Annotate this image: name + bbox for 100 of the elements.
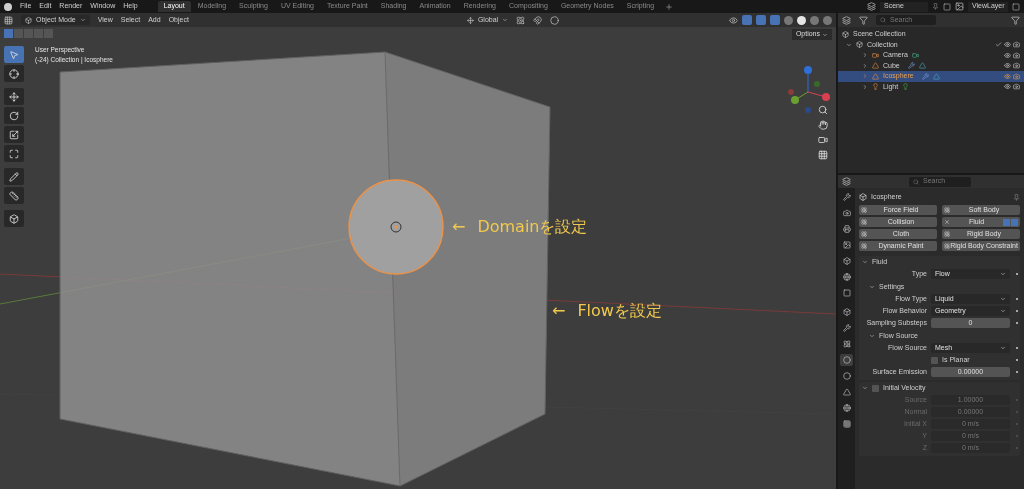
annotation-arrow: ← — [552, 300, 566, 322]
perspective-icon — [818, 150, 828, 160]
expand-icon — [846, 41, 852, 48]
pan-icon — [818, 120, 828, 130]
properties-tab[interactable] — [840, 354, 853, 366]
tool-button[interactable] — [4, 126, 24, 143]
axes-icon — [466, 16, 474, 24]
camera-data-icon — [911, 51, 919, 59]
physics-type-icon — [944, 231, 950, 237]
gizmo-toggle-icon[interactable] — [742, 15, 752, 25]
scene-icon — [867, 2, 876, 11]
expand-icon — [869, 284, 875, 290]
properties-tab[interactable] — [840, 370, 853, 382]
proportional-edit-icon — [550, 15, 560, 25]
particles-tab-icon — [842, 340, 851, 348]
caret-icon — [1000, 271, 1006, 277]
texture-tab-icon — [842, 420, 851, 428]
tool-button[interactable] — [4, 187, 24, 204]
tool-button[interactable] — [4, 210, 24, 227]
properties-tab[interactable] — [840, 255, 853, 267]
modifier-icon — [907, 62, 915, 70]
annotation-arrow: ← — [452, 216, 466, 238]
properties-tab[interactable] — [840, 287, 853, 299]
physics-type-icon — [861, 231, 867, 237]
visibility-icon — [729, 15, 738, 25]
render-icon — [1013, 83, 1020, 91]
filter-icon — [859, 15, 868, 25]
properties-tab[interactable] — [840, 418, 853, 430]
constraints-tab-icon — [842, 372, 851, 380]
caret-icon — [79, 17, 86, 23]
output-tab-icon — [842, 225, 851, 233]
cursor-icon — [9, 68, 19, 79]
navigation-gizmo-icon[interactable] — [785, 64, 831, 114]
properties-tab[interactable] — [840, 338, 853, 350]
light-icon — [872, 83, 879, 91]
properties-tab[interactable] — [840, 223, 853, 235]
properties-tab[interactable] — [840, 207, 853, 219]
pin-icon — [1013, 193, 1020, 201]
render-icon — [1013, 62, 1020, 70]
app-logo-icon[interactable] — [4, 2, 12, 11]
physics-type-icon — [944, 207, 950, 213]
tool-button[interactable] — [4, 145, 24, 162]
view-layer-tab-icon — [842, 241, 851, 249]
snap-icon — [533, 15, 543, 25]
annotation-text: Domainを設定 — [477, 216, 588, 238]
properties-tab[interactable] — [840, 239, 853, 251]
annotation-text: Flowを設定 — [577, 300, 662, 322]
viewport-toggle-icon[interactable] — [1003, 218, 1010, 226]
view-layer-icon — [955, 2, 964, 11]
add-workspace-icon — [665, 2, 674, 11]
scene-tab-icon — [842, 257, 851, 265]
visibility-icon — [1004, 51, 1011, 59]
data-tab-icon — [842, 388, 851, 396]
copy-icon — [1012, 2, 1020, 11]
visibility-icon — [1004, 62, 1011, 70]
expand-icon — [862, 385, 868, 391]
properties-tab[interactable] — [840, 402, 853, 414]
pin-icon — [932, 3, 939, 10]
collection-icon — [842, 30, 849, 38]
properties-tab[interactable] — [840, 271, 853, 283]
modifier-icon — [921, 72, 929, 80]
rendered-shading-icon[interactable] — [823, 15, 832, 25]
render-tab-icon — [842, 209, 851, 217]
solid-shading-icon[interactable] — [797, 15, 806, 25]
render-icon — [1013, 72, 1020, 80]
properties-tab[interactable] — [840, 322, 853, 334]
scale-icon — [9, 129, 19, 140]
properties-tab[interactable] — [840, 306, 853, 318]
expand-icon — [869, 333, 875, 339]
annotate-icon — [9, 171, 19, 182]
tool-button[interactable] — [4, 65, 24, 82]
render-toggle-icon[interactable] — [1011, 218, 1018, 226]
tool-button[interactable] — [4, 107, 24, 124]
render-icon — [1013, 51, 1020, 59]
pivot-icon — [516, 15, 526, 25]
camera-icon — [872, 51, 879, 59]
checkbox[interactable] — [931, 356, 938, 364]
search-icon — [880, 17, 886, 23]
visibility-icon — [1004, 41, 1011, 49]
tool-button[interactable] — [4, 88, 24, 105]
modifier-tab-icon — [842, 324, 851, 332]
add-cube-icon — [9, 213, 19, 224]
collection-tab-icon — [842, 289, 851, 297]
checkbox-icon — [995, 41, 1002, 49]
tool-tab-icon — [842, 193, 851, 201]
physics-type-icon — [861, 207, 867, 213]
properties-tab[interactable] — [840, 386, 853, 398]
move-icon — [9, 91, 19, 102]
zoom-icon — [818, 105, 828, 115]
physics-type-icon — [861, 219, 867, 225]
camera-view-icon — [818, 135, 828, 145]
physics-type-icon — [944, 243, 950, 249]
xray-toggle-icon[interactable] — [770, 15, 780, 25]
visibility-icon — [1004, 83, 1011, 91]
rotate-icon — [9, 110, 19, 121]
render-icon — [1013, 41, 1020, 49]
search-icon — [913, 178, 919, 185]
overlay-toggle-icon[interactable] — [756, 15, 766, 25]
properties-tab[interactable] — [840, 191, 853, 203]
tool-button[interactable] — [4, 168, 24, 185]
